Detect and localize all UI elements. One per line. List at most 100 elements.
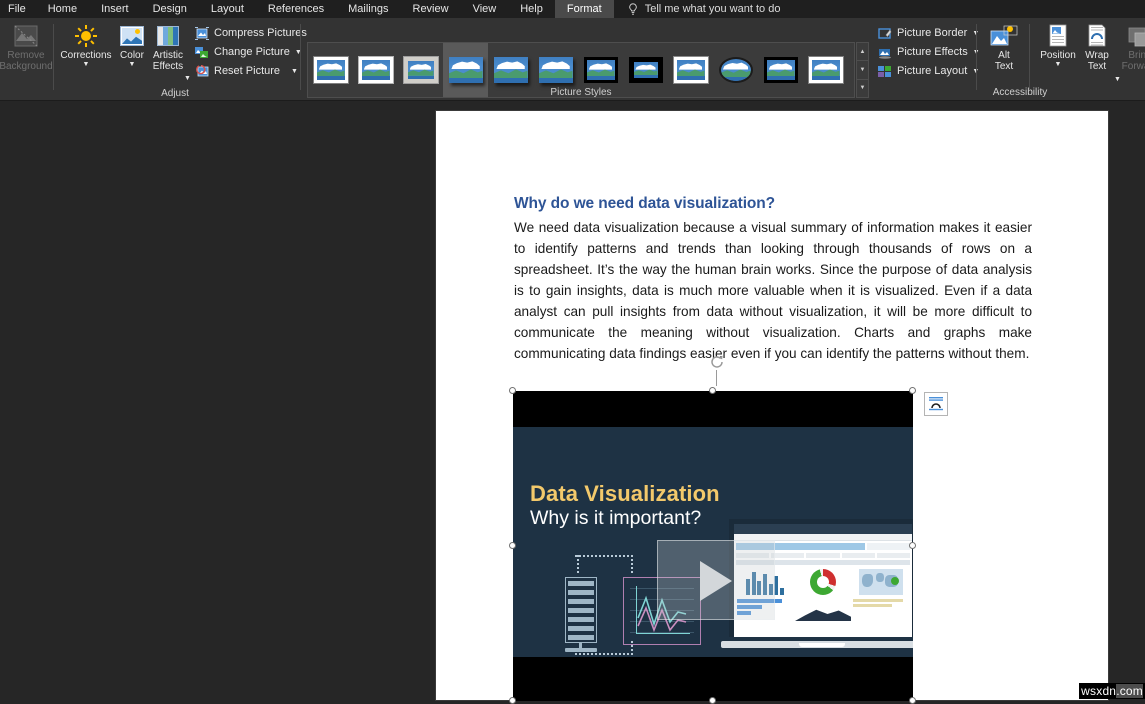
play-triangle-icon [700, 561, 732, 601]
bring-forward-label-2: Forward [1121, 61, 1145, 72]
layout-options-button[interactable] [924, 392, 948, 416]
gallery-more-button[interactable]: ▼ [857, 80, 868, 97]
watermark-suffix: .com [1116, 684, 1143, 698]
picture-effects-button[interactable]: Picture Effects ▼ [878, 45, 980, 59]
group-label-adjust: Adjust [161, 88, 189, 99]
wrap-text-label-2: Text [1087, 61, 1107, 72]
tab-references[interactable]: References [256, 0, 336, 18]
chevron-down-icon[interactable]: ▼ [184, 75, 191, 82]
alt-text-button[interactable]: Alt Text [984, 22, 1024, 72]
tab-home[interactable]: Home [36, 0, 89, 18]
layout-options-icon [929, 397, 943, 411]
resize-handle-top-right[interactable] [909, 387, 916, 394]
play-button[interactable] [657, 540, 775, 620]
tab-file[interactable]: File [0, 0, 36, 18]
letterbox-top [513, 391, 913, 427]
resize-handle-top-left[interactable] [509, 387, 516, 394]
tab-review[interactable]: Review [401, 0, 461, 18]
bring-forward-icon [1128, 22, 1145, 50]
dashboard-navbar [734, 524, 912, 534]
watermark: wsxdn.com [1079, 683, 1145, 699]
remove-background-button[interactable]: Remove Background [0, 22, 53, 72]
bring-forward-button[interactable]: Bring Forward [1119, 22, 1145, 72]
divider [976, 24, 977, 90]
wrap-text-label-1: Wrap [1085, 50, 1109, 61]
reset-picture-button[interactable]: Reset Picture ▼ [195, 64, 298, 78]
change-picture-button[interactable]: Change Picture ▼ [195, 45, 302, 59]
position-button[interactable]: Position ▼ [1036, 22, 1080, 68]
dashboard-donut-chart [810, 569, 836, 595]
tab-format[interactable]: Format [554, 0, 614, 18]
corrections-icon [75, 22, 97, 50]
tab-insert[interactable]: Insert [89, 0, 141, 18]
picture-layout-button[interactable]: Picture Layout ▼ [878, 64, 979, 78]
ribbon-group-adjust: Remove Background Corrections ▼ Color ▼ [0, 18, 307, 101]
document-heading: Why do we need data visualization? [514, 195, 776, 212]
chevron-down-icon[interactable]: ▼ [129, 61, 136, 68]
wrap-text-button[interactable]: Wrap Text [1076, 22, 1118, 72]
change-picture-icon [195, 45, 209, 59]
bring-forward-label-1: Bring [1128, 50, 1145, 61]
picture-effects-icon [878, 45, 892, 59]
resize-handle-top-center[interactable] [709, 387, 716, 394]
chevron-down-icon[interactable]: ▼ [291, 68, 298, 75]
chevron-down-icon[interactable]: ▼ [1114, 76, 1121, 83]
video-subtitle: Why is it important? [530, 507, 702, 529]
document-page[interactable]: Why do we need data visualization? We ne… [436, 111, 1108, 704]
picture-styles-scroll[interactable]: ▲ ▼ ▼ [856, 42, 869, 98]
dotted-connector-right [631, 555, 633, 573]
group-label-picture-styles: Picture Styles [550, 87, 612, 98]
alt-text-icon [989, 22, 1019, 50]
color-icon [120, 22, 144, 50]
resize-handle-bottom-left[interactable] [509, 697, 516, 704]
compress-pictures-button[interactable]: Compress Pictures [195, 26, 307, 40]
picture-border-label: Picture Border [897, 27, 968, 39]
rotate-handle[interactable] [709, 354, 725, 370]
picture-border-button[interactable]: Picture Border ▼ [878, 26, 979, 40]
tell-me-search[interactable]: Tell me what you want to do [614, 0, 791, 18]
remove-background-icon [13, 22, 39, 50]
gallery-scroll-down-button[interactable]: ▼ [857, 61, 868, 80]
laptop-notch [799, 643, 845, 647]
resize-handle-bottom-center[interactable] [709, 697, 716, 704]
position-icon [1047, 22, 1069, 50]
dotted-connector-left [577, 555, 579, 573]
chevron-down-icon[interactable]: ▼ [83, 61, 90, 68]
position-label: Position [1040, 50, 1076, 61]
corrections-button[interactable]: Corrections ▼ [58, 22, 114, 68]
tab-design[interactable]: Design [141, 0, 199, 18]
rotate-handle-stem [716, 370, 717, 386]
reset-picture-label: Reset Picture [214, 65, 281, 77]
alt-text-label-2: Text [994, 61, 1014, 72]
video-body: Data Visualization Why is it important? [513, 427, 913, 657]
chevron-down-icon[interactable]: ▼ [1055, 61, 1062, 68]
resize-handle-middle-right[interactable] [909, 542, 916, 549]
tell-me-label: Tell me what you want to do [644, 3, 781, 15]
video-title: Data Visualization [530, 481, 720, 506]
picture-layout-label: Picture Layout [897, 65, 968, 77]
document-canvas[interactable]: Why do we need data visualization? We ne… [0, 101, 1145, 704]
color-label: Color [120, 50, 144, 61]
server-icon [563, 573, 599, 655]
resize-handle-middle-left[interactable] [509, 542, 516, 549]
picture-border-icon [878, 26, 892, 40]
selected-picture[interactable]: Data Visualization Why is it important? [509, 355, 948, 704]
tab-mailings[interactable]: Mailings [336, 0, 400, 18]
picture-layout-icon [878, 64, 892, 78]
corrections-label: Corrections [60, 50, 112, 61]
video-thumbnail[interactable]: Data Visualization Why is it important? [513, 391, 913, 701]
divider [300, 24, 301, 90]
resize-handle-bottom-right[interactable] [909, 697, 916, 704]
tab-view[interactable]: View [461, 0, 509, 18]
tab-help[interactable]: Help [508, 0, 555, 18]
group-label-accessibility: Accessibility [992, 87, 1048, 98]
tab-layout[interactable]: Layout [199, 0, 256, 18]
color-button[interactable]: Color ▼ [114, 22, 150, 68]
wrap-text-icon [1086, 22, 1108, 50]
watermark-prefix: wsxdn [1081, 684, 1117, 698]
gallery-scroll-up-button[interactable]: ▲ [857, 43, 868, 62]
divider [1029, 24, 1030, 90]
artistic-effects-button[interactable]: Artistic Effects [148, 22, 188, 72]
alt-text-label-1: Alt [998, 50, 1010, 61]
ribbon: Remove Background Corrections ▼ Color ▼ [0, 18, 1145, 113]
